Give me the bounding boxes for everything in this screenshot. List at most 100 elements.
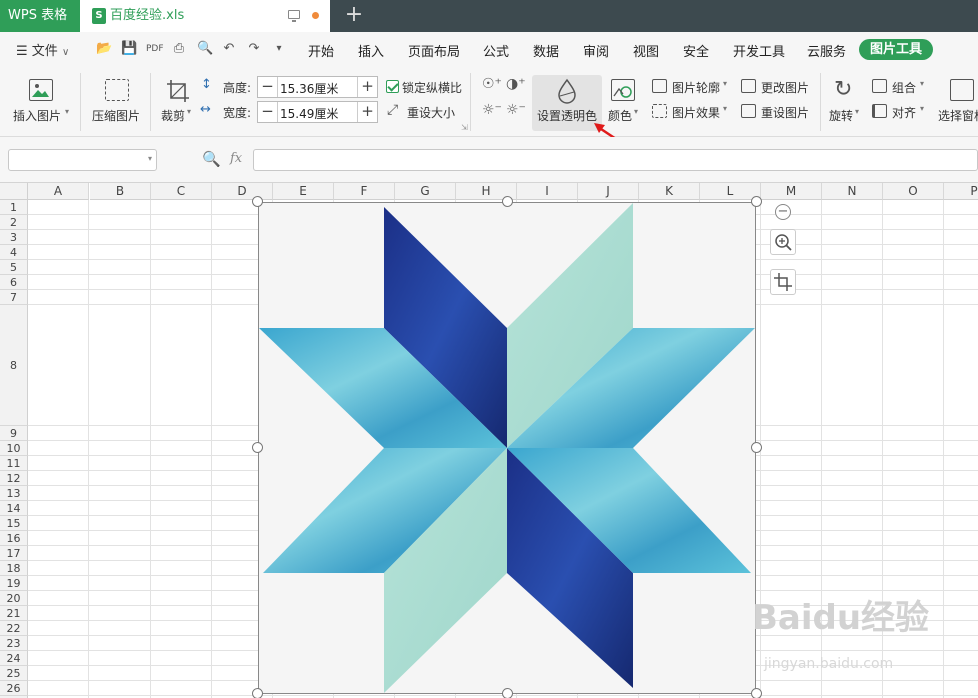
row-header[interactable]: 9 [0,426,28,441]
resize-handle-right[interactable] [751,442,762,453]
document-tab[interactable]: S 百度经验.xls [80,0,330,32]
row-header[interactable]: 25 [0,666,28,681]
tab-cloud-service[interactable]: 云服务 [807,41,846,60]
row-header[interactable]: 3 [0,230,28,245]
fx-icon[interactable]: fx [230,151,242,166]
formula-input[interactable] [253,149,978,171]
row-header[interactable]: 22 [0,621,28,636]
resize-handle-top-right[interactable] [751,196,762,207]
row-header[interactable]: 15 [0,516,28,531]
row-header[interactable]: 4 [0,245,28,260]
width-increase-button[interactable]: + [357,102,377,122]
row-header[interactable]: 6 [0,275,28,290]
resize-handle-top-left[interactable] [252,196,263,207]
tab-security[interactable]: 安全 [683,41,709,60]
pdf-icon[interactable]: PDF [146,42,164,56]
column-header[interactable]: F [334,183,395,200]
resize-handle-bottom-left[interactable] [252,688,263,698]
column-header[interactable]: I [517,183,578,200]
row-header[interactable]: 26 [0,681,28,696]
print-icon[interactable]: ⎙ [172,42,186,56]
column-header[interactable]: A [28,183,89,200]
open-folder-icon[interactable]: 📂 [96,42,112,56]
new-tab-button[interactable]: + [340,0,368,32]
row-header[interactable]: 19 [0,576,28,591]
decrease-contrast-icon[interactable]: ☼⁻ [506,102,526,118]
monitor-icon[interactable] [288,10,300,22]
increase-contrast-icon[interactable]: ◑⁺ [506,76,526,92]
width-stepper[interactable]: − 15.49厘米 + [257,101,378,123]
row-header[interactable]: 7 [0,290,28,305]
height-decrease-button[interactable]: − [258,77,278,97]
column-header[interactable]: G [395,183,456,200]
name-box[interactable]: ▾ [8,149,157,171]
tab-developer-tools[interactable]: 开发工具 [733,41,785,60]
resize-handle-bottom-right[interactable] [751,688,762,698]
resize-handle-bottom[interactable] [502,688,513,698]
column-header[interactable]: K [639,183,700,200]
tab-page-layout[interactable]: 页面布局 [408,41,460,60]
width-value[interactable]: 15.49厘米 [280,105,338,122]
height-increase-button[interactable]: + [357,77,377,97]
ribbon-separator [80,73,81,131]
row-header[interactable]: 2 [0,215,28,230]
collapse-float-icon[interactable]: − [775,204,791,220]
select-all-corner[interactable] [0,183,28,200]
column-header[interactable]: J [578,183,639,200]
resize-handle-left[interactable] [252,442,263,453]
column-header[interactable]: B [90,183,151,200]
tab-data[interactable]: 数据 [533,41,559,60]
column-header[interactable]: N [822,183,883,200]
save-icon[interactable]: 💾 [121,42,137,56]
customize-chevron-icon[interactable]: ▾ [272,42,286,56]
crop-picture-float-button[interactable] [770,269,796,295]
align-icon [872,104,887,118]
row-header[interactable]: 17 [0,546,28,561]
column-header[interactable]: D [212,183,273,200]
inserted-star-picture[interactable] [258,202,756,694]
row-header[interactable]: 13 [0,486,28,501]
file-menu[interactable]: ☰ 文件 ∨ [16,40,69,59]
row-header[interactable]: 8 [0,305,28,426]
row-header[interactable]: 14 [0,501,28,516]
tab-formula[interactable]: 公式 [483,41,509,60]
tab-review[interactable]: 审阅 [583,41,609,60]
height-stepper[interactable]: − 15.36厘米 + [257,76,378,98]
row-header[interactable]: 20 [0,591,28,606]
column-header[interactable]: M [761,183,822,200]
row-header[interactable]: 21 [0,606,28,621]
row-header[interactable]: 1 [0,200,28,215]
resize-handle-top[interactable] [502,196,513,207]
increase-brightness-icon[interactable]: ☉⁺ [482,76,502,92]
width-decrease-button[interactable]: − [258,102,278,122]
app-tab-wps[interactable]: WPS 表格 [0,0,80,32]
tab-picture-tools[interactable]: 图片工具 [859,39,933,60]
formula-bar: ▾ 🔍 fx [0,137,978,183]
tab-insert[interactable]: 插入 [358,41,384,60]
column-header[interactable]: E [273,183,334,200]
row-header[interactable]: 10 [0,441,28,456]
undo-icon[interactable]: ↶ [222,42,236,56]
tab-start[interactable]: 开始 [308,41,334,60]
height-value[interactable]: 15.36厘米 [280,80,338,97]
column-header[interactable]: C [151,183,212,200]
column-header[interactable]: P [944,183,978,200]
zoom-picture-button[interactable] [770,229,796,255]
zoom-formula-icon[interactable]: 🔍 [202,150,221,168]
row-header[interactable]: 24 [0,651,28,666]
print-preview-icon[interactable]: 🔍 [197,42,213,56]
decrease-brightness-icon[interactable]: ☼⁻ [482,102,502,118]
ribbon-picture-tools: 插入图片 ▾ 压缩图片 裁剪 ▾ ↕ 高度: − 15.36厘米 + ↔ 宽度:… [0,67,978,145]
row-header[interactable]: 12 [0,471,28,486]
column-header[interactable]: O [883,183,944,200]
dialog-launcher-icon[interactable]: ⇲ [461,123,468,132]
row-header[interactable]: 11 [0,456,28,471]
row-header[interactable]: 23 [0,636,28,651]
chevron-down-icon[interactable]: ▾ [148,154,152,163]
lock-ratio-checkbox[interactable] [386,80,399,93]
row-header[interactable]: 18 [0,561,28,576]
row-header[interactable]: 5 [0,260,28,275]
redo-icon[interactable]: ↷ [247,42,261,56]
tab-view[interactable]: 视图 [633,41,659,60]
row-header[interactable]: 16 [0,531,28,546]
